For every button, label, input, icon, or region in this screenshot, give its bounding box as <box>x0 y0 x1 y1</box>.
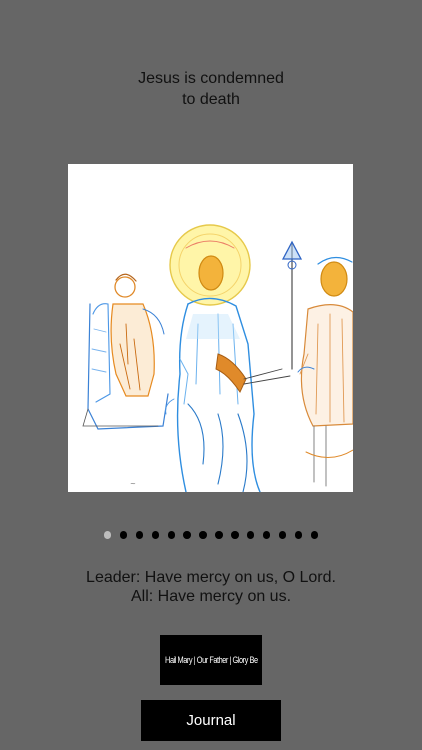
prayers-button-label: Hail Mary | Our Father | Glory Be <box>164 654 258 666</box>
page-dot[interactable] <box>135 531 144 539</box>
page-dot[interactable] <box>103 531 112 539</box>
page-dot[interactable] <box>199 531 207 539</box>
page-dot[interactable] <box>231 531 239 539</box>
page-dot[interactable] <box>262 531 271 539</box>
artist-signature: ~ <box>130 480 136 488</box>
pilate-figure <box>82 273 169 430</box>
all-line: All: Have mercy on us. <box>130 588 292 605</box>
page-dot[interactable] <box>294 531 303 539</box>
station-drawing: ~ <box>82 224 353 492</box>
page-dot[interactable] <box>310 531 319 539</box>
soldier-figure <box>281 240 353 487</box>
leader-line: Leader: Have mercy on us, O Lord. <box>86 569 336 586</box>
journal-button[interactable]: Journal <box>141 700 281 741</box>
journal-button-label: Journal <box>186 712 236 729</box>
page-dot[interactable] <box>119 531 128 539</box>
jesus-figure <box>165 224 291 492</box>
page-dot[interactable] <box>183 531 191 539</box>
prayers-button[interactable]: Hail Mary | Our Father | Glory Be <box>160 635 262 685</box>
station-title: Jesus is condemned to death <box>138 70 284 108</box>
page-dot[interactable] <box>278 531 287 539</box>
response-text: Leader: Have mercy on us, O Lord. All: H… <box>0 568 422 606</box>
page-indicator[interactable] <box>0 531 422 541</box>
station-artwork: ~ <box>68 164 353 492</box>
page-dot[interactable] <box>151 531 160 539</box>
page-dot[interactable] <box>167 531 176 539</box>
page-dot[interactable] <box>246 531 255 539</box>
page-dot[interactable] <box>215 531 223 539</box>
